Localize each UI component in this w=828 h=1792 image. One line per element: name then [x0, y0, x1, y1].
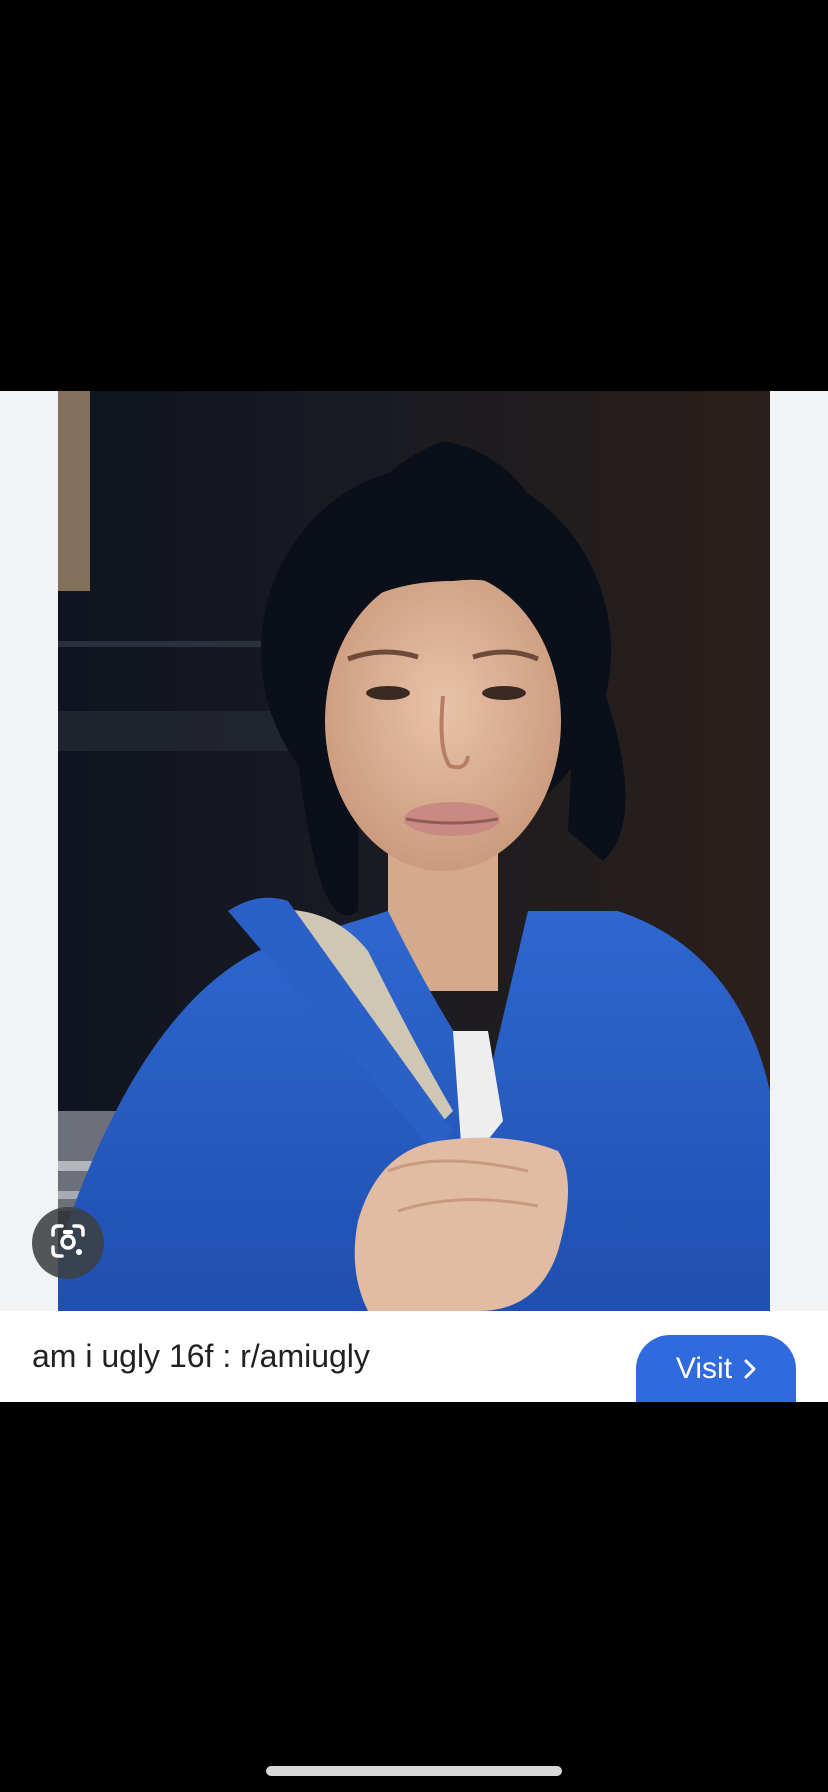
google-lens-button[interactable]	[32, 1207, 104, 1279]
visit-button-label: Visit	[675, 1352, 733, 1385]
image-preview-stage	[0, 391, 828, 1311]
google-lens-icon	[49, 1222, 87, 1265]
chevron-right-icon	[744, 1359, 756, 1379]
result-title[interactable]: am i ugly 16f : r/amiugly	[32, 1311, 370, 1402]
home-indicator[interactable]	[266, 1766, 562, 1776]
visit-button[interactable]: Visit	[636, 1335, 796, 1403]
viewer-bottom-backdrop	[0, 1402, 828, 1792]
viewer-top-backdrop	[0, 0, 828, 391]
result-caption-bar: am i ugly 16f : r/amiugly Visit	[0, 1311, 828, 1403]
result-photo[interactable]	[58, 391, 770, 1311]
